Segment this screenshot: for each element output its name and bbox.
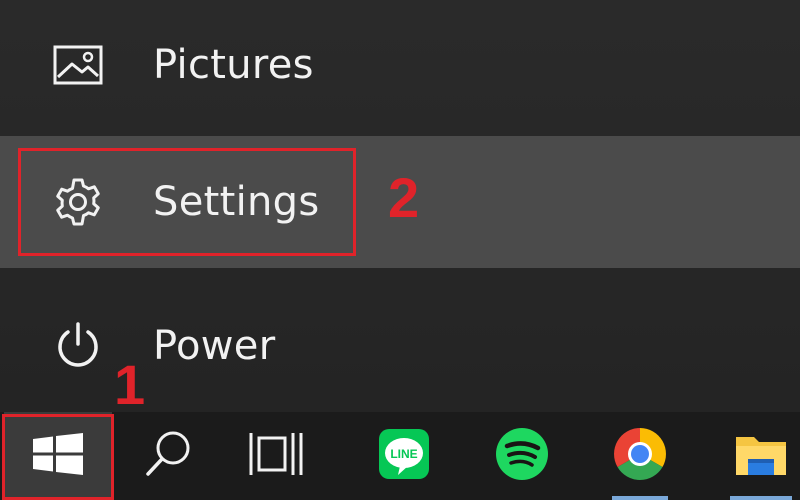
line-app-button[interactable]: LINE [368,412,440,500]
search-button[interactable] [132,412,204,500]
menu-item-label: Power [153,323,276,369]
file-explorer-button[interactable] [722,412,800,500]
start-menu-screen: Pictures Settings Power 2 LINE 1 [0,0,800,500]
task-view-icon [248,429,304,484]
menu-item-label: Settings [153,179,320,225]
chrome-button[interactable] [604,412,676,500]
running-indicator [612,496,668,500]
running-indicator [730,496,792,500]
chrome-icon [613,427,667,486]
menu-item-label: Pictures [153,42,314,88]
folder-icon [734,429,788,484]
gear-icon [48,172,108,232]
search-icon [140,426,196,487]
taskbar: LINE [0,412,800,500]
step-1-label: 1 [114,353,146,416]
line-app-icon: LINE [378,428,430,485]
spotify-icon [495,427,549,486]
pictures-icon [48,35,108,95]
power-icon [48,316,108,376]
windows-logo-icon [33,432,83,480]
step-2-label: 2 [388,166,420,229]
line-icon-text: LINE [390,447,417,461]
start-button[interactable] [4,412,112,500]
menu-item-pictures[interactable]: Pictures [0,20,800,110]
task-view-button[interactable] [240,412,312,500]
spotify-button[interactable] [486,412,558,500]
